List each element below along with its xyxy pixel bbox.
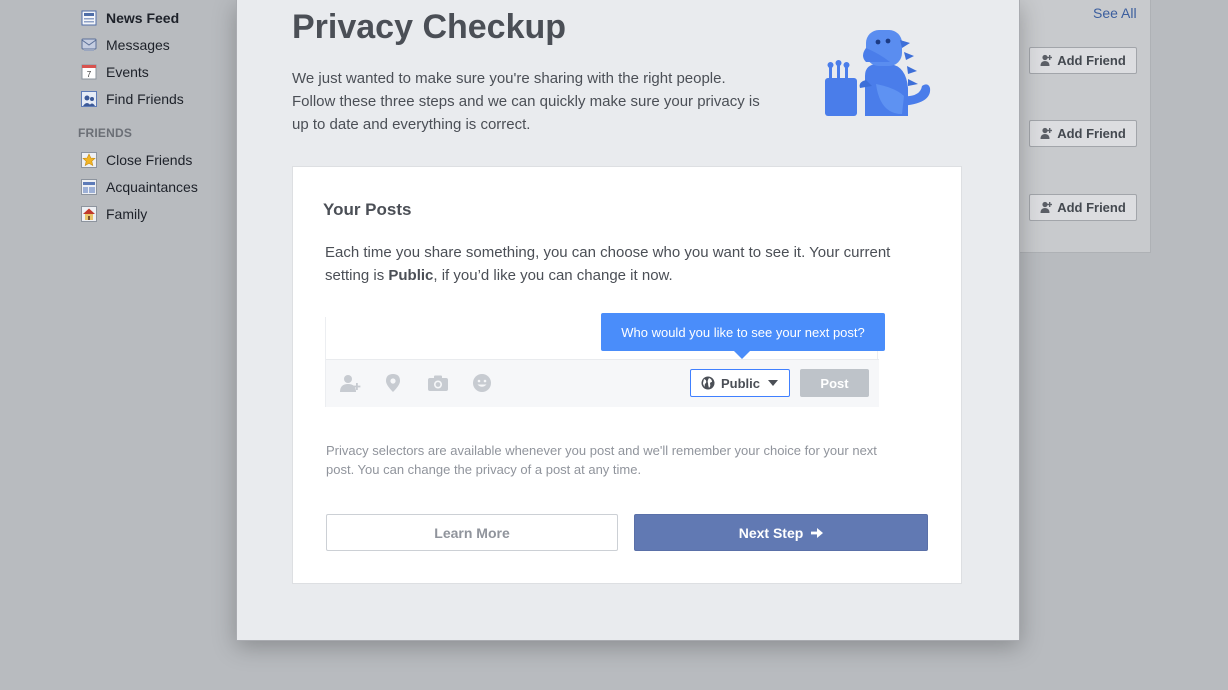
your-posts-card: Your Posts Each time you share something… [292, 166, 962, 584]
card-title: Your Posts [323, 200, 412, 219]
add-friend-button[interactable]: Add Friend [1029, 120, 1137, 147]
page-title: Privacy Checkup [292, 8, 567, 46]
next-step-label: Next Step [738, 524, 804, 541]
sidebar-item-label: Messages [106, 36, 170, 53]
add-friend-icon [1040, 201, 1053, 214]
audience-selector[interactable]: Public [690, 369, 790, 397]
tag-friends-icon[interactable] [338, 372, 362, 394]
add-friend-button[interactable]: Add Friend [1029, 47, 1137, 74]
current-setting-value: Public [388, 267, 434, 284]
add-friend-label: Add Friend [1057, 53, 1126, 68]
sidebar-item-label: Family [106, 205, 148, 222]
add-friend-label: Add Friend [1057, 126, 1126, 141]
messages-icon [80, 36, 98, 54]
feeling-emoji-icon[interactable] [470, 372, 494, 394]
svg-text:7: 7 [87, 70, 92, 79]
card-desc-text-end: , if you’d like you can change it now. [433, 267, 673, 284]
audience-value: Public [721, 375, 761, 391]
friends-heading: FRIENDS [78, 126, 133, 140]
left-sidebar: News Feed Messages 7 Events Find Friends… [78, 4, 238, 227]
privacy-note: Privacy selectors are available whenever… [326, 443, 877, 477]
add-friend-button[interactable]: Add Friend [1029, 194, 1137, 221]
location-pin-icon[interactable] [381, 372, 405, 394]
sidebar-item-label: Events [106, 63, 149, 80]
intro-text: We just wanted to make sure you're shari… [292, 70, 760, 133]
add-friend-icon [1040, 127, 1053, 140]
sidebar-item-label: Close Friends [106, 151, 193, 168]
globe-icon [701, 376, 715, 390]
privacy-checkup-dialog: Privacy Checkup We just wanted to make s… [236, 0, 1020, 641]
news-feed-icon [80, 9, 98, 27]
sidebar-item-label: Find Friends [106, 90, 184, 107]
arrow-right-icon [811, 527, 824, 538]
chevron-down-icon [768, 380, 779, 386]
sidebar-item-family[interactable]: Family [78, 200, 238, 227]
sidebar-item-messages[interactable]: Messages [78, 31, 238, 58]
card-description: Each time you share something, you can c… [325, 241, 915, 287]
sidebar-item-close-friends[interactable]: Close Friends [78, 146, 238, 173]
learn-more-button[interactable]: Learn More [326, 514, 618, 551]
sidebar-item-acquaintances[interactable]: Acquaintances [78, 173, 238, 200]
acquaintances-icon [80, 178, 98, 196]
audience-tooltip: Who would you like to see your next post… [601, 313, 885, 359]
star-icon [80, 151, 98, 169]
camera-icon[interactable] [426, 372, 450, 394]
events-icon: 7 [80, 63, 98, 81]
next-step-button[interactable]: Next Step [634, 514, 928, 551]
sidebar-item-events[interactable]: 7 Events [78, 58, 238, 85]
sidebar-item-label: Acquaintances [106, 178, 198, 195]
privacy-dinosaur-icon [825, 30, 931, 116]
see-all-link[interactable]: See All [1093, 5, 1137, 21]
post-button[interactable]: Post [800, 369, 869, 397]
add-friend-label: Add Friend [1057, 200, 1126, 215]
find-friends-icon [80, 90, 98, 108]
sidebar-item-find-friends[interactable]: Find Friends [78, 85, 238, 112]
sidebar-item-news-feed[interactable]: News Feed [78, 4, 238, 31]
add-friend-icon [1040, 54, 1053, 67]
house-icon [80, 205, 98, 223]
sidebar-item-label: News Feed [106, 9, 180, 26]
composer-toolbar: Public Post [326, 359, 879, 407]
